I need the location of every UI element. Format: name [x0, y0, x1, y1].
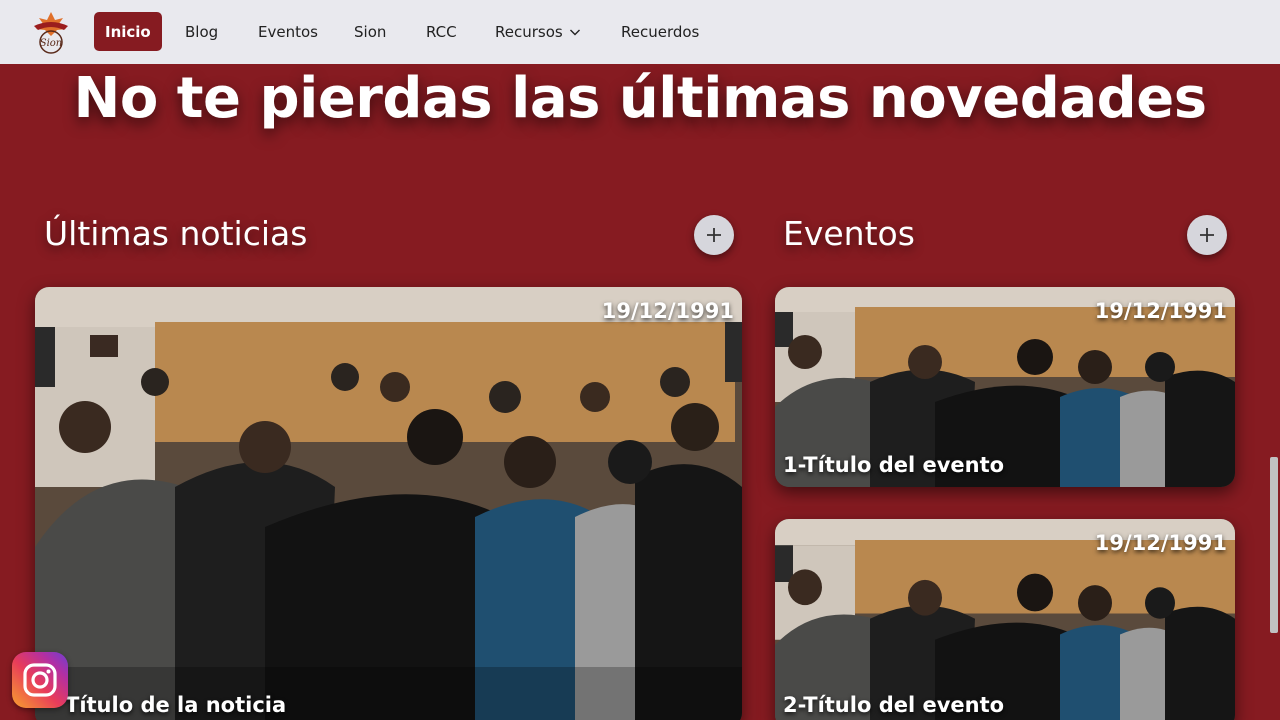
event-card-2[interactable]: 19/12/1991 2-Título del evento [775, 519, 1235, 720]
sion-logo[interactable]: Sion [30, 10, 72, 54]
nav-item-rcc[interactable]: RCC [426, 12, 457, 51]
nav-item-inicio[interactable]: Inicio [94, 12, 162, 51]
nav-label: Inicio [105, 22, 151, 41]
event-card-date: 19/12/1991 [1094, 531, 1227, 555]
event-card-title: 1-Título del evento [783, 453, 1005, 477]
nav-label: Sion [354, 22, 387, 41]
instagram-button[interactable] [12, 652, 68, 708]
nav-label: Eventos [258, 22, 318, 41]
nav-label: Recuerdos [621, 22, 700, 41]
news-card[interactable]: 19/12/1991 Título de la noticia [35, 287, 742, 720]
event-card-title: 2-Título del evento [783, 693, 1005, 717]
news-card-photo [35, 287, 742, 720]
news-card-title: Título de la noticia [65, 693, 287, 717]
plus-icon [1200, 228, 1214, 242]
nav-label: Recursos [495, 22, 563, 41]
nav-item-recursos[interactable]: Recursos [495, 12, 581, 51]
nav-item-sion[interactable]: Sion [354, 12, 386, 51]
add-event-button[interactable] [1187, 215, 1227, 255]
nav-item-recuerdos[interactable]: Recuerdos [621, 12, 699, 51]
news-section-title: Últimas noticias [44, 214, 308, 253]
logo-text: Sion [40, 38, 63, 49]
chevron-down-icon [569, 29, 580, 35]
instagram-icon [23, 663, 57, 697]
events-section-title: Eventos [783, 214, 915, 253]
add-news-button[interactable] [694, 215, 734, 255]
nav-label: RCC [426, 22, 457, 41]
plus-icon [707, 228, 721, 242]
event-card-date: 19/12/1991 [1094, 299, 1227, 323]
scrollbar-thumb[interactable] [1270, 457, 1278, 633]
news-card-date: 19/12/1991 [601, 299, 734, 323]
page-scrollbar[interactable] [1268, 64, 1280, 720]
page-title: No te pierdas las últimas novedades [73, 66, 1207, 131]
nav-item-blog[interactable]: Blog [185, 12, 218, 51]
nav-item-eventos[interactable]: Eventos [258, 12, 318, 51]
navbar: Sion Inicio Blog Eventos Sion RCC Recurs… [0, 0, 1280, 64]
event-card-1[interactable]: 19/12/1991 1-Título del evento [775, 287, 1235, 487]
nav-label: Blog [185, 22, 219, 41]
